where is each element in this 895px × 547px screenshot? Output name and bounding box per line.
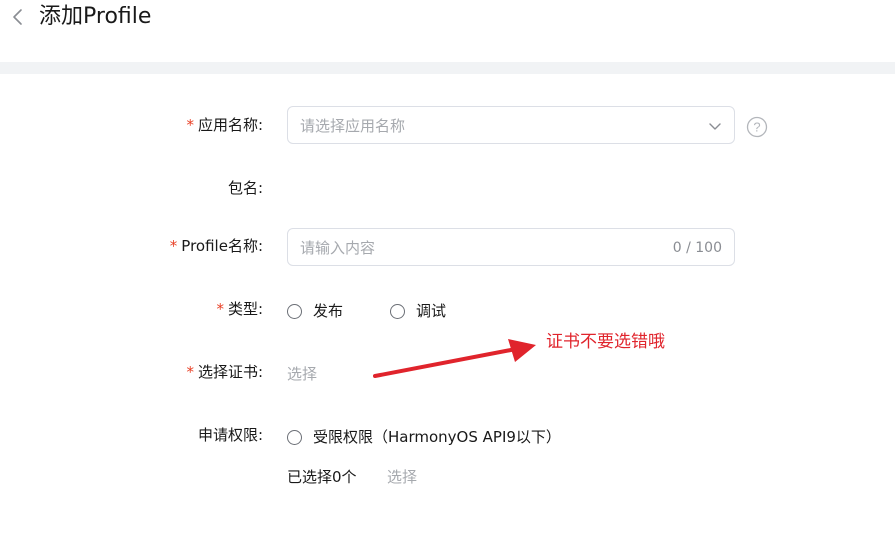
radio-release-label: 发布 <box>313 302 344 320</box>
annotation-arrow <box>373 339 536 378</box>
header-divider <box>0 62 895 74</box>
radio-circle <box>287 303 302 319</box>
char-counter: 0 / 100 <box>672 240 722 256</box>
svg-text:?: ? <box>753 120 760 135</box>
radio-restricted-permissions[interactable]: 受限权限（HarmonyOS API9以下） <box>287 427 561 447</box>
profile-name-label: * Profile名称: <box>169 237 263 255</box>
annotation-note: 证书不要选错哦 <box>546 332 665 352</box>
app-name-select[interactable]: 请选择应用名称 <box>287 106 735 144</box>
required-mark: * <box>216 300 224 318</box>
certificate-label: * 选择证书: <box>186 363 263 381</box>
add-profile-page: 添加Profile * 应用名称: 请选择应用名称 ? 包名: * Profile名… <box>0 0 895 547</box>
required-mark: * <box>186 363 194 381</box>
radio-release[interactable]: 发布 <box>287 301 343 321</box>
radio-debug-label: 调试 <box>416 302 447 320</box>
page-title: 添加Profile <box>39 4 152 29</box>
package-name-label: 包名: <box>227 179 263 197</box>
select-certificate-link[interactable]: 选择 <box>287 364 317 384</box>
page-header: 添加Profile <box>0 0 895 62</box>
question-circle-icon[interactable]: ? <box>746 116 768 138</box>
profile-name-placeholder: 请输入内容 <box>300 239 376 257</box>
selected-count: 已选择0个 <box>287 468 357 486</box>
app-name-placeholder: 请选择应用名称 <box>300 117 406 135</box>
radio-circle <box>390 303 405 319</box>
restricted-permissions-label: 受限权限（HarmonyOS API9以下） <box>313 428 561 446</box>
radio-debug[interactable]: 调试 <box>390 301 446 321</box>
radio-circle <box>287 429 302 445</box>
chevron-down-icon <box>709 123 721 130</box>
permissions-label: 申请权限: <box>197 426 263 444</box>
type-label: * 类型: <box>216 300 263 318</box>
app-name-label: * 应用名称: <box>186 116 263 134</box>
required-mark: * <box>169 237 178 255</box>
profile-name-input[interactable]: 请输入内容 0 / 100 <box>287 228 735 266</box>
required-mark: * <box>186 116 194 134</box>
chevron-left-icon[interactable] <box>8 6 30 28</box>
select-permissions-link[interactable]: 选择 <box>387 467 417 487</box>
